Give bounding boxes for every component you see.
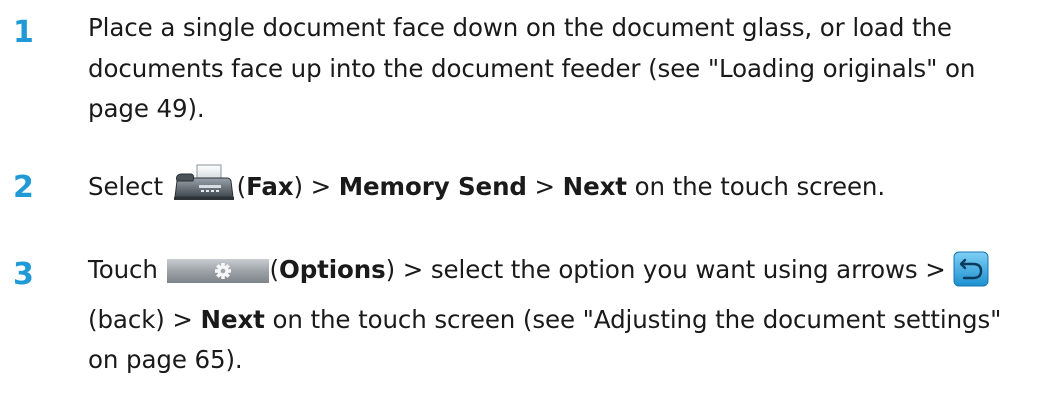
step-3-touch: Touch bbox=[88, 255, 166, 284]
step-number: 1 bbox=[13, 15, 34, 50]
next-label: Next bbox=[562, 172, 627, 201]
fax-label: Fax bbox=[246, 172, 294, 201]
step-text: Touch (Options) > select the option you … bbox=[88, 250, 1038, 381]
separator: > bbox=[302, 172, 339, 201]
back-label: (back) > bbox=[88, 304, 201, 334]
separator: > bbox=[526, 172, 563, 201]
fax-machine-icon bbox=[171, 163, 237, 214]
next-label: Next bbox=[200, 304, 265, 334]
gear-options-button-icon bbox=[166, 256, 270, 297]
back-arrow-icon bbox=[953, 251, 989, 300]
step-text: Place a single document face down on the… bbox=[88, 13, 976, 123]
step-2-suffix: on the touch screen. bbox=[626, 172, 886, 201]
step-text: Select (Fax) > Memory Send > Next on the… bbox=[88, 163, 1038, 214]
memory-send-label: Memory Send bbox=[338, 172, 527, 201]
step-2-prefix: Select bbox=[88, 172, 171, 201]
options-label: Options bbox=[278, 255, 386, 284]
step-number: 3 bbox=[13, 257, 34, 292]
step-number: 2 bbox=[13, 170, 34, 205]
step-3-after-options: > select the option you want using arrow… bbox=[395, 255, 954, 284]
